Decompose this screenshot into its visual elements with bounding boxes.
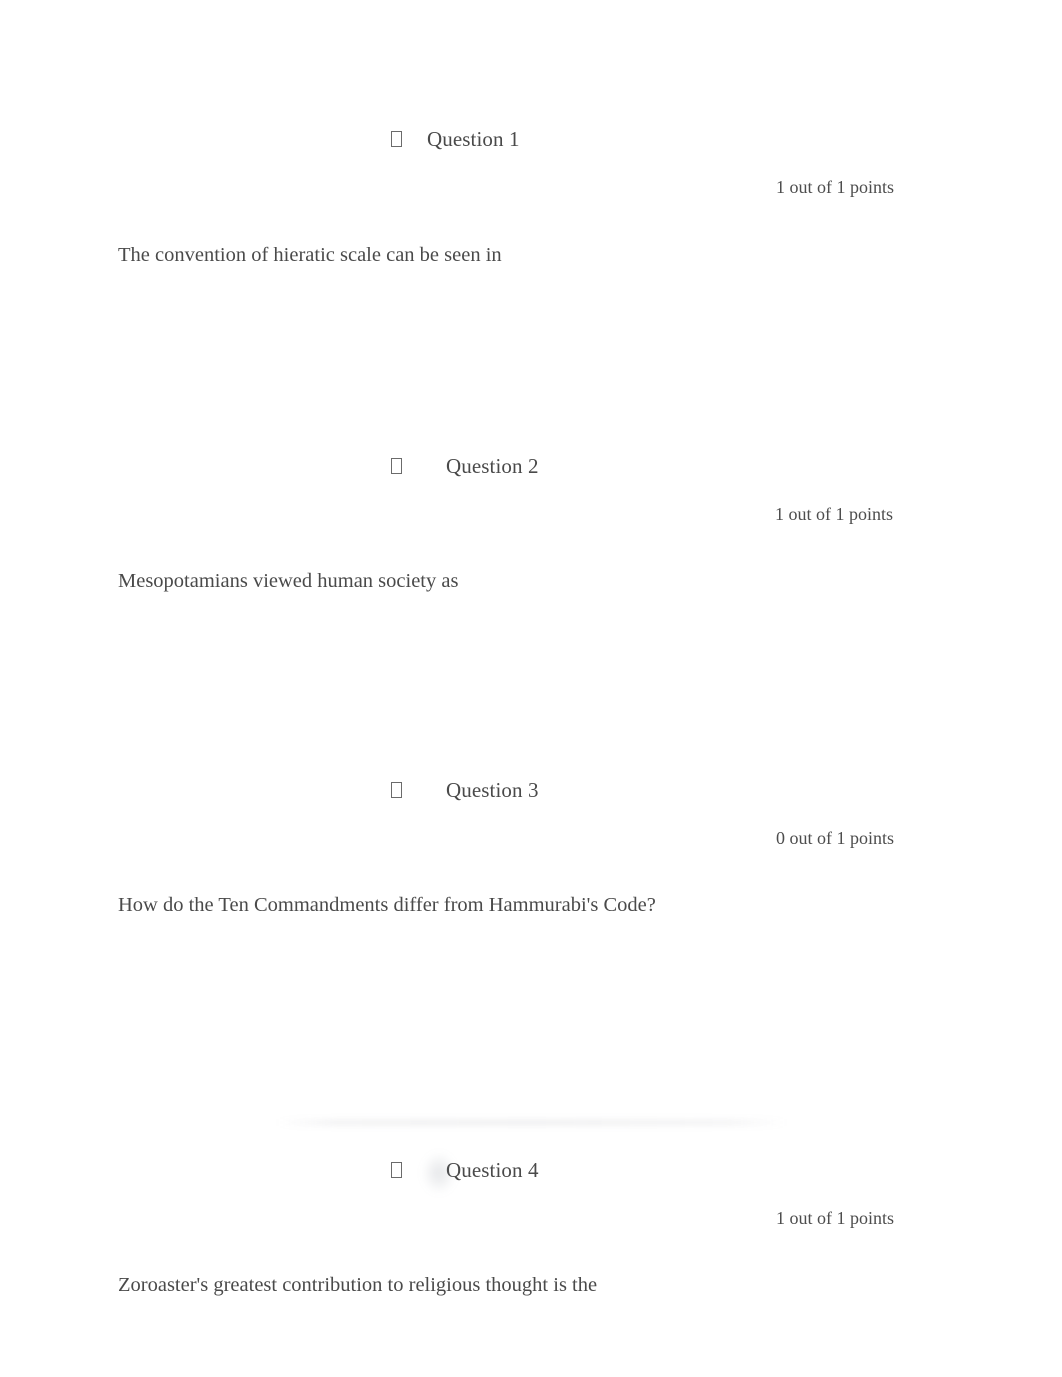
question-text-3: How do the Ten Commandments differ from … <box>118 894 656 916</box>
question-points-1: 1 out of 1 points <box>775 177 894 197</box>
missing-glyph-box-icon <box>391 782 402 798</box>
question-points-2: 1 out of 1 points <box>774 504 893 524</box>
question-heading-3: Question 3 <box>391 777 1062 803</box>
question-label: Question 3 <box>446 778 539 802</box>
question-label: Question 1 <box>427 127 520 151</box>
question-points-3: 0 out of 1 points <box>775 828 894 848</box>
redacted-icon-smudge <box>422 1152 456 1194</box>
question-heading-4: Question 4 <box>391 1157 1062 1183</box>
question-block-1: Question 1 1 out of 1 points The convent… <box>0 126 1062 266</box>
question-points-4: 1 out of 1 points <box>775 1208 894 1228</box>
question-heading-2: Question 2 <box>391 453 1062 479</box>
question-heading-1: Question 1 <box>391 126 1062 152</box>
question-label: Question 2 <box>446 454 539 478</box>
missing-glyph-box-icon <box>391 131 402 147</box>
question-text-2: Mesopotamians viewed human society as <box>118 570 459 592</box>
quiz-review-page: Question 1 1 out of 1 points The convent… <box>0 0 1062 1377</box>
question-text-1: The convention of hieratic scale can be … <box>118 244 502 266</box>
question-text-4: Zoroaster's greatest contribution to rel… <box>118 1274 598 1296</box>
missing-glyph-box-icon <box>391 458 402 474</box>
question-block-2: Question 2 1 out of 1 points Mesopotamia… <box>0 453 1062 592</box>
redacted-divider <box>276 1119 788 1126</box>
question-block-4: Question 4 1 out of 1 points Zoroaster's… <box>0 1152 1062 1296</box>
question-block-3: Question 3 0 out of 1 points How do the … <box>0 777 1062 916</box>
question-label: Question 4 <box>446 1158 539 1182</box>
missing-glyph-box-icon <box>391 1162 402 1178</box>
